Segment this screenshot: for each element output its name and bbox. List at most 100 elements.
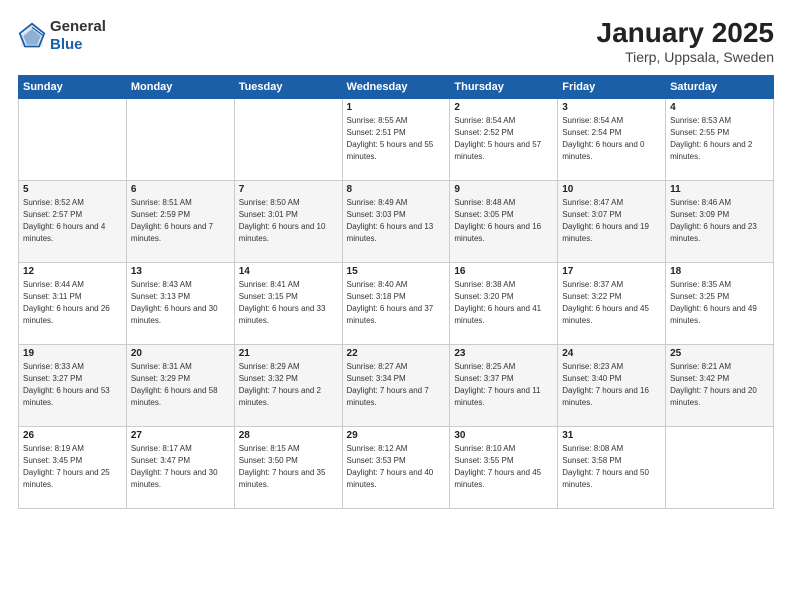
- table-row: 30 Sunrise: 8:10 AM Sunset: 3:55 PM Dayl…: [450, 426, 558, 508]
- table-row: 12 Sunrise: 8:44 AM Sunset: 3:11 PM Dayl…: [19, 262, 127, 344]
- day-number: 15: [347, 266, 446, 277]
- day-number: 3: [562, 102, 661, 113]
- daylight-text: Daylight: 7 hours and 40 minutes.: [347, 468, 434, 489]
- table-row: 3 Sunrise: 8:54 AM Sunset: 2:54 PM Dayli…: [558, 98, 666, 180]
- day-number: 16: [454, 266, 553, 277]
- sunrise-text: Sunrise: 8:19 AM: [23, 444, 84, 453]
- day-number: 6: [131, 184, 230, 195]
- table-row: 19 Sunrise: 8:33 AM Sunset: 3:27 PM Dayl…: [19, 344, 127, 426]
- day-number: 29: [347, 430, 446, 441]
- day-number: 10: [562, 184, 661, 195]
- daylight-text: Daylight: 7 hours and 2 minutes.: [239, 386, 321, 407]
- sunset-text: Sunset: 3:11 PM: [23, 292, 82, 301]
- day-number: 23: [454, 348, 553, 359]
- day-info: Sunrise: 8:47 AM Sunset: 3:07 PM Dayligh…: [562, 197, 661, 245]
- calendar-table: Sunday Monday Tuesday Wednesday Thursday…: [18, 75, 774, 509]
- day-number: 2: [454, 102, 553, 113]
- sunrise-text: Sunrise: 8:55 AM: [347, 116, 408, 125]
- daylight-text: Daylight: 6 hours and 23 minutes.: [670, 222, 757, 243]
- day-info: Sunrise: 8:53 AM Sunset: 2:55 PM Dayligh…: [670, 115, 769, 163]
- daylight-text: Daylight: 6 hours and 7 minutes.: [131, 222, 213, 243]
- title-block: January 2025 Tierp, Uppsala, Sweden: [597, 18, 774, 65]
- sunset-text: Sunset: 3:47 PM: [131, 456, 190, 465]
- day-number: 30: [454, 430, 553, 441]
- sunrise-text: Sunrise: 8:52 AM: [23, 198, 84, 207]
- daylight-text: Daylight: 6 hours and 26 minutes.: [23, 304, 110, 325]
- day-info: Sunrise: 8:33 AM Sunset: 3:27 PM Dayligh…: [23, 361, 122, 409]
- daylight-text: Daylight: 6 hours and 4 minutes.: [23, 222, 105, 243]
- daylight-text: Daylight: 6 hours and 10 minutes.: [239, 222, 326, 243]
- day-number: 4: [670, 102, 769, 113]
- table-row: 6 Sunrise: 8:51 AM Sunset: 2:59 PM Dayli…: [126, 180, 234, 262]
- day-info: Sunrise: 8:49 AM Sunset: 3:03 PM Dayligh…: [347, 197, 446, 245]
- sunrise-text: Sunrise: 8:10 AM: [454, 444, 515, 453]
- table-row: 28 Sunrise: 8:15 AM Sunset: 3:50 PM Dayl…: [234, 426, 342, 508]
- sunrise-text: Sunrise: 8:44 AM: [23, 280, 84, 289]
- day-info: Sunrise: 8:50 AM Sunset: 3:01 PM Dayligh…: [239, 197, 338, 245]
- sunrise-text: Sunrise: 8:27 AM: [347, 362, 408, 371]
- table-row: 16 Sunrise: 8:38 AM Sunset: 3:20 PM Dayl…: [450, 262, 558, 344]
- sunrise-text: Sunrise: 8:40 AM: [347, 280, 408, 289]
- sunrise-text: Sunrise: 8:37 AM: [562, 280, 623, 289]
- day-number: 25: [670, 348, 769, 359]
- day-number: 18: [670, 266, 769, 277]
- table-row: 26 Sunrise: 8:19 AM Sunset: 3:45 PM Dayl…: [19, 426, 127, 508]
- day-info: Sunrise: 8:37 AM Sunset: 3:22 PM Dayligh…: [562, 279, 661, 327]
- sunset-text: Sunset: 3:45 PM: [23, 456, 82, 465]
- logo-general: General: [50, 18, 106, 35]
- table-row: 15 Sunrise: 8:40 AM Sunset: 3:18 PM Dayl…: [342, 262, 450, 344]
- day-info: Sunrise: 8:55 AM Sunset: 2:51 PM Dayligh…: [347, 115, 446, 163]
- calendar-week-row: 19 Sunrise: 8:33 AM Sunset: 3:27 PM Dayl…: [19, 344, 774, 426]
- table-row: 24 Sunrise: 8:23 AM Sunset: 3:40 PM Dayl…: [558, 344, 666, 426]
- sunrise-text: Sunrise: 8:08 AM: [562, 444, 623, 453]
- header-thursday: Thursday: [450, 75, 558, 98]
- sunset-text: Sunset: 3:27 PM: [23, 374, 82, 383]
- sunset-text: Sunset: 3:18 PM: [347, 292, 406, 301]
- day-info: Sunrise: 8:44 AM Sunset: 3:11 PM Dayligh…: [23, 279, 122, 327]
- daylight-text: Daylight: 5 hours and 55 minutes.: [347, 140, 434, 161]
- day-number: 27: [131, 430, 230, 441]
- daylight-text: Daylight: 6 hours and 13 minutes.: [347, 222, 434, 243]
- day-info: Sunrise: 8:54 AM Sunset: 2:54 PM Dayligh…: [562, 115, 661, 163]
- day-number: 28: [239, 430, 338, 441]
- table-row: [666, 426, 774, 508]
- sunset-text: Sunset: 3:58 PM: [562, 456, 621, 465]
- header-friday: Friday: [558, 75, 666, 98]
- day-info: Sunrise: 8:10 AM Sunset: 3:55 PM Dayligh…: [454, 443, 553, 491]
- day-number: 19: [23, 348, 122, 359]
- daylight-text: Daylight: 6 hours and 45 minutes.: [562, 304, 649, 325]
- table-row: 9 Sunrise: 8:48 AM Sunset: 3:05 PM Dayli…: [450, 180, 558, 262]
- day-info: Sunrise: 8:54 AM Sunset: 2:52 PM Dayligh…: [454, 115, 553, 163]
- sunset-text: Sunset: 3:07 PM: [562, 210, 621, 219]
- logo: General Blue: [18, 18, 106, 54]
- day-info: Sunrise: 8:31 AM Sunset: 3:29 PM Dayligh…: [131, 361, 230, 409]
- day-info: Sunrise: 8:52 AM Sunset: 2:57 PM Dayligh…: [23, 197, 122, 245]
- daylight-text: Daylight: 6 hours and 58 minutes.: [131, 386, 218, 407]
- sunrise-text: Sunrise: 8:49 AM: [347, 198, 408, 207]
- sunrise-text: Sunrise: 8:54 AM: [562, 116, 623, 125]
- sunset-text: Sunset: 3:25 PM: [670, 292, 729, 301]
- sunrise-text: Sunrise: 8:38 AM: [454, 280, 515, 289]
- sunset-text: Sunset: 3:03 PM: [347, 210, 406, 219]
- sunset-text: Sunset: 3:53 PM: [347, 456, 406, 465]
- day-number: 20: [131, 348, 230, 359]
- sunrise-text: Sunrise: 8:29 AM: [239, 362, 300, 371]
- table-row: 31 Sunrise: 8:08 AM Sunset: 3:58 PM Dayl…: [558, 426, 666, 508]
- day-number: 31: [562, 430, 661, 441]
- daylight-text: Daylight: 6 hours and 37 minutes.: [347, 304, 434, 325]
- day-info: Sunrise: 8:41 AM Sunset: 3:15 PM Dayligh…: [239, 279, 338, 327]
- sunrise-text: Sunrise: 8:50 AM: [239, 198, 300, 207]
- sunset-text: Sunset: 2:59 PM: [131, 210, 190, 219]
- day-info: Sunrise: 8:40 AM Sunset: 3:18 PM Dayligh…: [347, 279, 446, 327]
- sunset-text: Sunset: 2:55 PM: [670, 128, 729, 137]
- day-number: 5: [23, 184, 122, 195]
- table-row: [126, 98, 234, 180]
- table-row: [19, 98, 127, 180]
- day-info: Sunrise: 8:15 AM Sunset: 3:50 PM Dayligh…: [239, 443, 338, 491]
- sunrise-text: Sunrise: 8:46 AM: [670, 198, 731, 207]
- table-row: 11 Sunrise: 8:46 AM Sunset: 3:09 PM Dayl…: [666, 180, 774, 262]
- table-row: 22 Sunrise: 8:27 AM Sunset: 3:34 PM Dayl…: [342, 344, 450, 426]
- day-info: Sunrise: 8:43 AM Sunset: 3:13 PM Dayligh…: [131, 279, 230, 327]
- logo-icon: [18, 22, 46, 50]
- daylight-text: Daylight: 6 hours and 53 minutes.: [23, 386, 110, 407]
